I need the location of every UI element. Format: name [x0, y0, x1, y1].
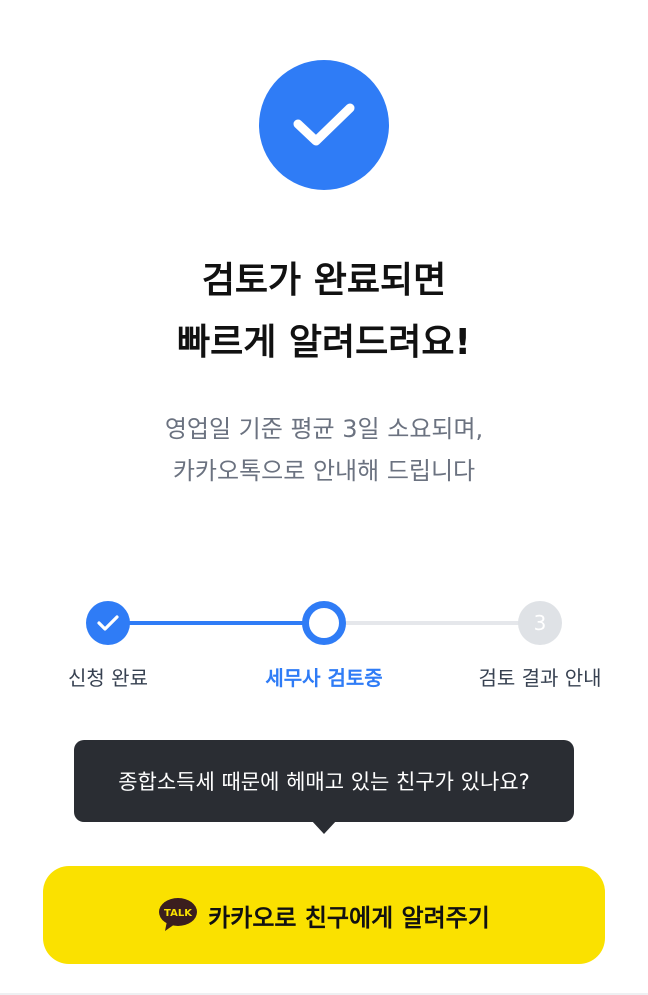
title-line-2: 빠르게 알려드려요!: [177, 322, 471, 363]
step-1-label: 신청 완료: [68, 666, 148, 690]
progress-stepper: 3 신청 완료 세무사 검토중 검토 결과 안내: [0, 590, 648, 700]
step-3-number: 3: [518, 601, 562, 645]
step-2-label: 세무사 검토중: [265, 666, 383, 690]
stepper-line-pending: [324, 621, 540, 625]
kakao-talk-icon: TALK: [158, 895, 198, 935]
description-line-2: 카카오톡으로 안내해 드립니다: [172, 457, 476, 485]
share-tooltip: 종합소득세 때문에 헤매고 있는 친구가 있나요?: [74, 740, 574, 822]
page-title: 검토가 완료되면 빠르게 알려드려요!: [0, 250, 648, 374]
step-2-current-indicator: [302, 601, 346, 645]
step-1-done-icon: [86, 601, 130, 645]
success-check-icon: [259, 60, 389, 190]
title-line-1: 검토가 완료되면: [201, 260, 447, 301]
kakao-share-label: 카카오로 친구에게 알려주기: [208, 903, 490, 932]
description-line-1: 영업일 기준 평균 3일 소요되며,: [164, 415, 484, 443]
step-2-inner-dot: [315, 614, 333, 632]
kakao-talk-icon-text: TALK: [164, 908, 193, 919]
kakao-share-button[interactable]: TALK 카카오로 친구에게 알려주기: [43, 866, 605, 964]
step-3-label: 검토 결과 안내: [478, 666, 602, 690]
stepper-line-complete: [108, 621, 324, 625]
tooltip-arrow: [311, 820, 337, 834]
description: 영업일 기준 평균 3일 소요되며, 카카오톡으로 안내해 드립니다: [0, 408, 648, 492]
tooltip-text: 종합소득세 때문에 헤매고 있는 친구가 있나요?: [118, 770, 530, 794]
